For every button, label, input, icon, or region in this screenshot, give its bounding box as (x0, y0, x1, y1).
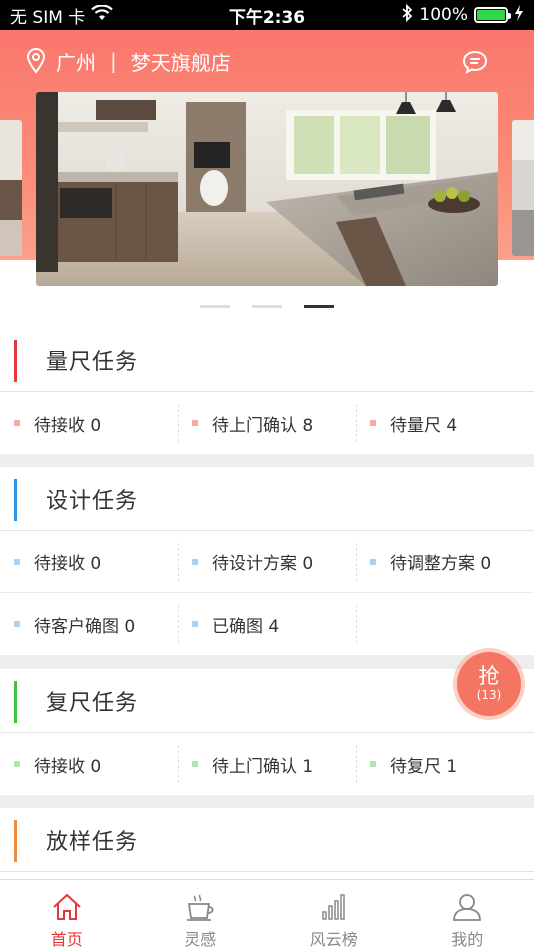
section-title: 设计任务 (46, 488, 139, 514)
task-item-label: 待设计方案 0 (212, 554, 314, 574)
task-item-pending-accept[interactable]: 待接收 0 (0, 531, 178, 592)
tab-inspiration[interactable]: 灵感 (134, 880, 268, 950)
hero-area: 广州 | 梦天旗舰店 (0, 30, 534, 328)
task-item-label: 待调整方案 0 (390, 554, 492, 574)
pagination-dot[interactable] (252, 305, 282, 308)
task-item-pending-adjust[interactable]: 待调整方案 0 (356, 531, 534, 592)
grab-label: 抢 (478, 664, 500, 688)
remeasure-task-section: 复尺任务 待接收 0 待上门确认 1 待复尺 1 (0, 669, 534, 795)
banner-next-slide[interactable] (512, 120, 534, 256)
measure-task-section: 量尺任务 待接收 0 待上门确认 8 待量尺 4 (0, 328, 534, 454)
bullet-icon (14, 420, 20, 426)
task-row: 待接收 0 待上门确认 8 待量尺 4 (0, 392, 534, 454)
sample-task-section: 放样任务 (0, 808, 534, 879)
task-item-label: 待上门确认 1 (212, 756, 314, 777)
section-accent-bar (14, 681, 17, 723)
home-icon (53, 893, 81, 920)
task-item-label: 待上门确认 8 (212, 415, 314, 436)
bullet-icon (370, 420, 376, 426)
store-name: 梦天旗舰店 (130, 50, 231, 75)
task-item-pending-visit-confirm[interactable]: 待上门确认 8 (178, 392, 356, 454)
bullet-icon (370, 558, 376, 565)
section-header: 量尺任务 (0, 328, 534, 392)
section-accent-bar (14, 340, 17, 382)
task-item-label: 待接收 0 (34, 415, 102, 436)
task-row: 待接收 0 待设计方案 0 待调整方案 0 (0, 531, 534, 593)
banner-pagination (0, 305, 534, 308)
battery-icon (474, 7, 511, 23)
bullet-icon (14, 621, 20, 627)
pagination-dot[interactable] (304, 305, 334, 308)
section-header: 放样任务 (0, 808, 534, 872)
city-name: 广州 (56, 50, 96, 75)
task-item-label: 待接收 0 (34, 756, 102, 777)
bullet-icon (14, 761, 20, 767)
bullet-icon (370, 761, 376, 767)
grab-order-button[interactable]: 抢 (13) (457, 652, 521, 716)
bullet-icon (14, 558, 20, 565)
design-task-section: 设计任务 待接收 0 待设计方案 0 待调整方案 0 待客户确图 0 已确图 4 (0, 467, 534, 655)
bullet-icon (192, 558, 198, 565)
section-accent-bar (14, 820, 17, 862)
user-icon (453, 894, 482, 921)
task-item-label: 待客户确图 0 (34, 616, 136, 637)
tab-label: 我的 (451, 930, 484, 949)
banner-prev-slide[interactable] (0, 120, 22, 256)
status-time: 下午2:36 (228, 7, 306, 28)
task-item-pending-visit-confirm[interactable]: 待上门确认 1 (178, 733, 356, 795)
header-separator: | (110, 49, 117, 73)
message-button[interactable] (462, 50, 488, 74)
section-title: 放样任务 (46, 829, 139, 855)
empty-cell (356, 593, 534, 655)
task-item-pending-measure[interactable]: 待量尺 4 (356, 392, 534, 454)
task-item-label: 待复尺 1 (390, 756, 458, 777)
tab-label: 首页 (50, 930, 83, 949)
task-item-pending-design[interactable]: 待设计方案 0 (178, 531, 356, 592)
task-item-label: 已确图 4 (212, 616, 280, 637)
grab-count: (13) (476, 688, 502, 702)
task-item-pending-accept[interactable]: 待接收 0 (0, 733, 178, 795)
task-row: 待客户确图 0 已确图 4 (0, 593, 534, 655)
task-item-pending-client-confirm[interactable]: 待客户确图 0 (0, 593, 178, 655)
location-pin-icon (26, 48, 46, 74)
section-accent-bar (14, 479, 17, 521)
pagination-dot[interactable] (200, 305, 230, 308)
bullet-icon (192, 621, 198, 627)
task-row: 待接收 0 待上门确认 1 待复尺 1 (0, 733, 534, 795)
tab-label: 灵感 (184, 930, 217, 949)
bullet-icon (192, 420, 198, 426)
task-item-pending-remeasure[interactable]: 待复尺 1 (356, 733, 534, 795)
tab-mine[interactable]: 我的 (401, 880, 534, 950)
coffee-cup-icon (187, 894, 214, 921)
tab-home[interactable]: 首页 (0, 880, 134, 950)
tab-ranking[interactable]: 风云榜 (267, 880, 401, 950)
task-item-label: 待接收 0 (34, 554, 102, 574)
status-bar: 无 SIM 卡 下午2:36 100% (0, 0, 534, 30)
task-item-confirmed[interactable]: 已确图 4 (178, 593, 356, 655)
section-title: 量尺任务 (46, 349, 139, 375)
banner-image[interactable] (36, 92, 498, 286)
message-icon (462, 50, 488, 74)
location-bar[interactable]: 广州 | 梦天旗舰店 (26, 44, 231, 78)
task-item-label: 待量尺 4 (390, 415, 458, 436)
section-header: 复尺任务 (0, 669, 534, 733)
tab-label: 风云榜 (309, 930, 358, 949)
bottom-tab-bar: 首页 灵感 风云榜 我的 (0, 879, 534, 950)
bullet-icon (192, 761, 198, 767)
section-title: 复尺任务 (46, 690, 139, 716)
task-item-pending-accept[interactable]: 待接收 0 (0, 392, 178, 454)
section-header: 设计任务 (0, 467, 534, 531)
bar-chart-icon (322, 894, 345, 920)
